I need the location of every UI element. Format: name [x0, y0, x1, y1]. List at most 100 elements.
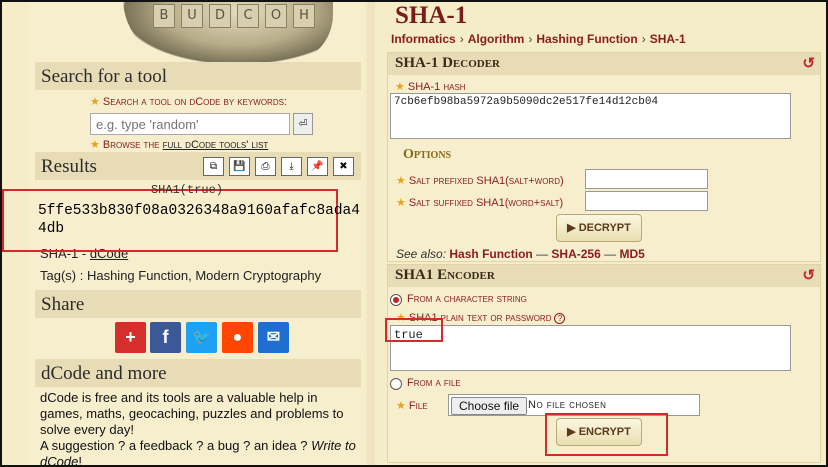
from-file-label[interactable]: From a file: [407, 377, 461, 389]
copy-icon: ⧉: [209, 161, 218, 172]
mail-icon[interactable]: ✉: [258, 322, 289, 353]
result-hash-value[interactable]: 5ffe533b830f08a0326348a9160afafc8ada44db: [38, 202, 363, 238]
result-label: SHA1(true): [150, 183, 223, 197]
save-button[interactable]: 💾: [229, 157, 250, 176]
full-tools-list-link[interactable]: full dCode tools' list: [163, 139, 269, 151]
breadcrumb-item[interactable]: Informatics: [391, 32, 456, 46]
close-button[interactable]: ✖: [333, 157, 354, 176]
see-also-link[interactable]: MD5: [619, 247, 644, 261]
about-feedback-line: A suggestion ? a feedback ? a bug ? an i…: [40, 438, 362, 467]
reddit-icon[interactable]: ●: [222, 322, 253, 353]
decoder-title-text: SHA-1 Decoder: [395, 55, 500, 71]
close-icon: ✖: [339, 161, 348, 172]
salt-suffix-text: Salt suffixed SHA1(word+salt): [408, 197, 564, 209]
search-submit-button[interactable]: ⏎: [293, 113, 313, 135]
reset-icon[interactable]: ↺: [802, 54, 815, 73]
hash-textarea[interactable]: 7cb6efb98ba5972a9b5090dc2e517fe14d12cb04: [390, 93, 791, 139]
about-paragraph: dCode is free and its tools are a valuab…: [40, 390, 344, 437]
pin-icon: 📌: [311, 161, 324, 172]
hash-label-text: SHA-1 hash: [407, 81, 466, 93]
from-string-label[interactable]: From a character string: [407, 293, 527, 305]
logo-dial: O: [265, 4, 287, 28]
browse-prefix: Browse the: [102, 139, 160, 151]
download-icon: ⤓: [289, 161, 294, 172]
logo-dial: B: [153, 4, 175, 28]
breadcrumb-separator: ›: [641, 32, 646, 46]
see-also-separator: —: [536, 247, 549, 261]
star-icon: ★: [90, 96, 100, 108]
logo-dial: H: [293, 4, 315, 28]
share-section-title: Share: [35, 290, 361, 318]
page-title: SHA-1: [395, 2, 468, 29]
see-also: See also: Hash Function — SHA-256 — MD5: [396, 247, 645, 261]
pin-button[interactable]: 📌: [307, 157, 328, 176]
search-hint: ★ Search a tool on dCode by keywords:: [90, 95, 287, 108]
see-also-link[interactable]: SHA-256: [551, 247, 600, 261]
encrypt-highlight-box: [545, 413, 668, 456]
search-hint-text: Search a tool on dCode by keywords:: [102, 96, 287, 108]
choose-file-button[interactable]: Choose file: [451, 397, 528, 415]
see-also-separator: —: [604, 247, 617, 261]
breadcrumb-item[interactable]: SHA-1: [650, 32, 686, 46]
breadcrumb-item[interactable]: Hashing Function: [536, 32, 637, 46]
star-icon: ★: [396, 197, 406, 209]
file-label: ★ File: [396, 399, 428, 412]
search-section-title: Search for a tool: [35, 62, 361, 90]
feedback-end: !: [78, 454, 82, 467]
feedback-text: A suggestion ? a feedback ? a bug ? an i…: [40, 438, 308, 453]
facebook-icon[interactable]: f: [150, 322, 181, 353]
result-tags: Tag(s) : Hashing Function, Modern Crypto…: [40, 268, 322, 283]
breadcrumb: Informatics › Algorithm › Hashing Function › S…: [391, 32, 686, 46]
return-icon: ⏎: [298, 118, 308, 130]
star-icon: ★: [396, 175, 406, 187]
column-divider: [367, 2, 375, 465]
decoder-panel-title: SHA-1 Decoder ↺: [388, 53, 820, 75]
logo-dial: D: [209, 4, 231, 28]
save-icon: 💾: [233, 161, 246, 172]
from-file-radio[interactable]: [390, 378, 402, 390]
no-file-chosen-text: No file chosen: [528, 399, 607, 411]
decrypt-label: DECRYPT: [578, 222, 631, 234]
salt-prefix-label: ★ Salt prefixed SHA1(salt+word): [396, 174, 564, 187]
decrypt-button[interactable]: ▶ DECRYPT: [556, 214, 642, 242]
results-title-text: Results: [41, 156, 97, 177]
salt-suffix-input[interactable]: [585, 191, 708, 211]
copy-button[interactable]: ⧉: [203, 157, 224, 176]
dcode-logo-image: B U D C O H: [123, 0, 333, 64]
print-icon: ⎙: [261, 161, 270, 172]
encoder-panel-title: SHA1 Encoder ↺: [388, 265, 820, 287]
print-button[interactable]: ⎙: [255, 157, 276, 176]
main-content: SHA-1 Informatics › Algorithm › Hashing Func…: [380, 2, 826, 465]
plain-text-highlight-box: [385, 318, 443, 342]
salt-prefix-text: Salt prefixed SHA1(salt+word): [408, 175, 564, 187]
see-also-prefix: See also:: [396, 247, 447, 261]
logo-dial: U: [181, 4, 203, 28]
twitter-icon[interactable]: 🐦: [186, 322, 217, 353]
reset-icon[interactable]: ↺: [802, 266, 815, 285]
encoder-title-text: SHA1 Encoder: [395, 267, 495, 283]
file-label-text: File: [408, 400, 428, 412]
salt-prefix-input[interactable]: [585, 169, 708, 189]
star-icon: ★: [395, 81, 405, 93]
decoder-panel: SHA-1 Decoder ↺ ★ SHA-1 hash 7cb6efb98ba5…: [387, 52, 821, 262]
star-icon: ★: [396, 400, 406, 412]
about-text: dCode is free and its tools are a valuab…: [40, 390, 362, 467]
breadcrumb-separator: ›: [528, 32, 533, 46]
browse-tools-line: ★ Browse the full dCode tools' list: [90, 138, 268, 151]
breadcrumb-item[interactable]: Algorithm: [468, 32, 525, 46]
salt-suffix-label: ★ Salt suffixed SHA1(word+salt): [396, 196, 563, 209]
see-also-link[interactable]: Hash Function: [449, 247, 532, 261]
logo-dial: C: [237, 4, 259, 28]
download-button[interactable]: ⤓: [281, 157, 302, 176]
star-icon: ★: [90, 139, 100, 151]
from-string-radio[interactable]: [390, 294, 402, 306]
share-plus-icon[interactable]: +: [115, 322, 146, 353]
help-icon[interactable]: ?: [554, 312, 566, 324]
play-icon: ▶: [567, 222, 576, 234]
breadcrumb-separator: ›: [459, 32, 464, 46]
plain-text-textarea[interactable]: true: [390, 325, 791, 371]
hash-label: ★ SHA-1 hash: [395, 80, 466, 93]
about-section-title: dCode and more: [35, 359, 361, 387]
options-title: Options: [403, 147, 452, 162]
tool-search-input[interactable]: [90, 113, 290, 135]
